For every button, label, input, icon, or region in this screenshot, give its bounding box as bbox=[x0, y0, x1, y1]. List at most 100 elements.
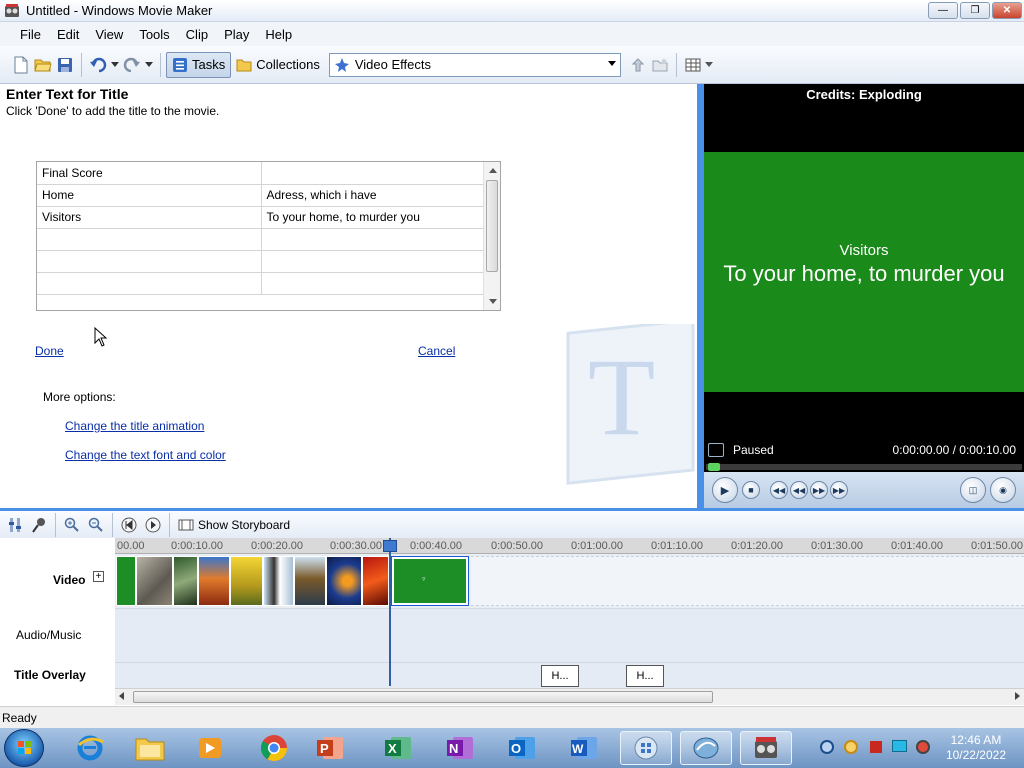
rewind-button[interactable]: ◀◀ bbox=[790, 481, 808, 499]
grid-cell[interactable] bbox=[261, 272, 483, 295]
scroll-thumb[interactable] bbox=[133, 691, 713, 703]
word-icon[interactable]: W bbox=[558, 731, 610, 765]
set-audio-levels-icon[interactable] bbox=[5, 515, 25, 535]
playhead-handle[interactable] bbox=[383, 540, 397, 552]
previous-frame-button[interactable]: ◀◀ bbox=[770, 481, 788, 499]
menu-tools[interactable]: Tools bbox=[131, 27, 177, 42]
menu-clip[interactable]: Clip bbox=[178, 27, 216, 42]
done-link[interactable]: Done bbox=[35, 344, 64, 358]
open-project-icon[interactable] bbox=[32, 54, 54, 76]
new-project-icon[interactable] bbox=[10, 54, 32, 76]
stop-button[interactable]: ■ bbox=[742, 481, 760, 499]
selected-title-clip[interactable]: ▿ bbox=[391, 556, 469, 606]
title-overlay-track[interactable]: H... H... bbox=[115, 662, 1024, 688]
video-clip[interactable] bbox=[116, 556, 136, 606]
outlook-icon[interactable]: O bbox=[496, 731, 548, 765]
video-track[interactable]: ▿ bbox=[115, 554, 1024, 608]
tasks-button[interactable]: Tasks bbox=[166, 51, 232, 78]
expand-icon[interactable]: + bbox=[93, 571, 104, 582]
undo-icon[interactable] bbox=[87, 54, 109, 76]
change-font-link[interactable]: Change the text font and color bbox=[65, 448, 226, 462]
change-animation-link[interactable]: Change the title animation bbox=[65, 419, 204, 433]
seek-bar[interactable] bbox=[706, 463, 1022, 471]
grid-cell[interactable]: Final Score bbox=[37, 162, 262, 185]
cancel-link[interactable]: Cancel bbox=[418, 344, 455, 358]
next-frame-button[interactable]: ▶▶ bbox=[830, 481, 848, 499]
volume-icon[interactable] bbox=[916, 740, 930, 754]
views-dropdown-icon[interactable] bbox=[704, 54, 714, 76]
timeline-scrollbar[interactable] bbox=[115, 688, 1024, 705]
grid-cell[interactable] bbox=[261, 162, 483, 185]
show-storyboard-button[interactable]: Show Storyboard bbox=[176, 512, 292, 538]
split-clip-button[interactable]: ◫ bbox=[960, 477, 986, 503]
pane-divider[interactable] bbox=[697, 84, 704, 508]
zoom-in-icon[interactable] bbox=[62, 515, 82, 535]
take-picture-button[interactable]: ◉ bbox=[990, 477, 1016, 503]
media-player-icon[interactable] bbox=[184, 731, 236, 765]
movie-maker-taskbar-icon[interactable] bbox=[740, 731, 792, 765]
menu-play[interactable]: Play bbox=[216, 27, 257, 42]
display-icon[interactable] bbox=[892, 740, 907, 752]
scroll-right-icon[interactable] bbox=[1015, 692, 1020, 700]
flag-icon[interactable] bbox=[870, 741, 882, 753]
video-clip[interactable] bbox=[173, 556, 198, 606]
audio-music-track[interactable] bbox=[115, 608, 1024, 662]
video-clip[interactable] bbox=[230, 556, 263, 606]
menu-help[interactable]: Help bbox=[257, 27, 300, 42]
grid-cell[interactable]: Adress, which i have bbox=[261, 184, 483, 207]
file-explorer-icon[interactable] bbox=[124, 731, 176, 765]
video-clip[interactable] bbox=[326, 556, 362, 606]
rewind-timeline-icon[interactable] bbox=[119, 515, 139, 535]
empty-track-area[interactable] bbox=[471, 556, 1024, 606]
zoom-out-icon[interactable] bbox=[86, 515, 106, 535]
seek-handle[interactable] bbox=[708, 463, 720, 471]
undo-dropdown-icon[interactable] bbox=[109, 54, 121, 76]
grid-scrollbar[interactable] bbox=[483, 162, 500, 310]
save-project-icon[interactable] bbox=[54, 54, 76, 76]
redo-icon[interactable] bbox=[121, 54, 143, 76]
views-icon[interactable] bbox=[682, 54, 704, 76]
excel-icon[interactable]: X bbox=[372, 731, 424, 765]
title-overlay-clip[interactable]: H... bbox=[626, 665, 664, 687]
video-clip[interactable] bbox=[198, 556, 230, 606]
grid-cell[interactable]: Visitors bbox=[37, 206, 262, 229]
video-clip[interactable] bbox=[362, 556, 389, 606]
play-timeline-icon[interactable] bbox=[143, 515, 163, 535]
grid-cell[interactable] bbox=[37, 250, 262, 273]
app-swirl-icon[interactable] bbox=[680, 731, 732, 765]
powerpoint-icon[interactable]: P bbox=[304, 731, 356, 765]
split-icon[interactable] bbox=[708, 443, 724, 457]
video-clip[interactable] bbox=[263, 556, 294, 606]
search-icon[interactable] bbox=[844, 740, 858, 754]
narrate-timeline-icon[interactable] bbox=[29, 515, 49, 535]
scroll-thumb[interactable] bbox=[486, 180, 498, 272]
grid-cell[interactable] bbox=[261, 250, 483, 273]
grid-cell[interactable] bbox=[261, 228, 483, 251]
redo-dropdown-icon[interactable] bbox=[143, 54, 155, 76]
title-overlay-clip[interactable]: H... bbox=[541, 665, 579, 687]
playhead[interactable] bbox=[389, 538, 391, 686]
menu-edit[interactable]: Edit bbox=[49, 27, 87, 42]
up-one-level-icon[interactable] bbox=[627, 54, 649, 76]
scroll-down-icon[interactable] bbox=[489, 299, 497, 304]
play-button[interactable]: ▶ bbox=[712, 477, 738, 503]
close-button[interactable]: ✕ bbox=[992, 2, 1022, 19]
maximize-button[interactable]: ❐ bbox=[960, 2, 990, 19]
start-button[interactable] bbox=[4, 729, 44, 767]
new-collection-folder-icon[interactable] bbox=[649, 54, 671, 76]
fast-forward-button[interactable]: ▶▶ bbox=[810, 481, 828, 499]
clock[interactable]: 12:46 AM 10/22/2022 bbox=[946, 733, 1006, 763]
internet-explorer-icon[interactable] bbox=[64, 731, 116, 765]
menu-file[interactable]: File bbox=[12, 27, 49, 42]
video-clip[interactable] bbox=[294, 556, 326, 606]
grid-cell[interactable] bbox=[37, 228, 262, 251]
timeline-ruler[interactable]: 00.00 0:00:10.00 0:00:20.00 0:00:30.00 0… bbox=[115, 538, 1024, 554]
network-icon[interactable] bbox=[820, 740, 834, 754]
grid-cell-active[interactable]: To your home, to murder you bbox=[261, 206, 483, 229]
minimize-button[interactable]: — bbox=[928, 2, 958, 19]
collections-button[interactable]: Collections bbox=[231, 52, 325, 78]
grid-cell[interactable] bbox=[37, 272, 262, 295]
chrome-icon[interactable] bbox=[248, 731, 300, 765]
menu-view[interactable]: View bbox=[87, 27, 131, 42]
grid-cell[interactable]: Home bbox=[37, 184, 262, 207]
